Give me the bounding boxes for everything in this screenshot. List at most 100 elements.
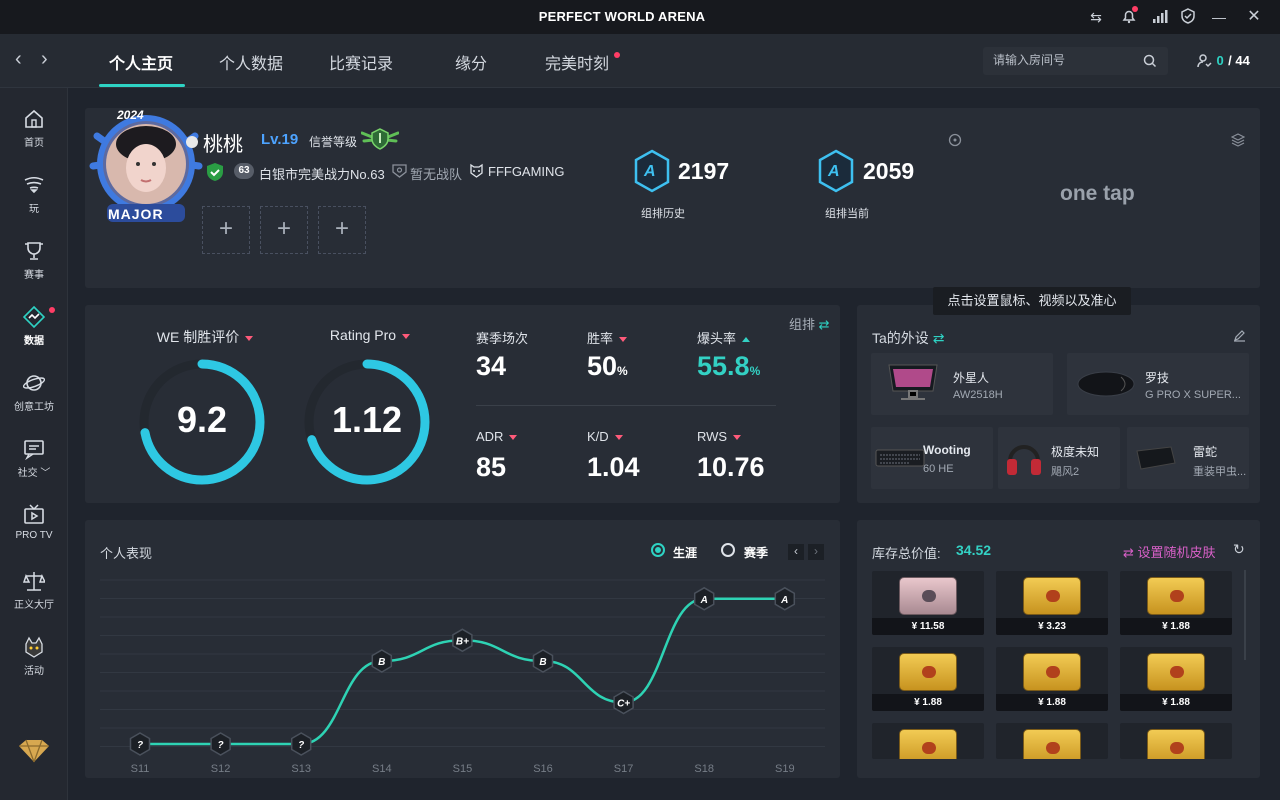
inventory-item-price: ¥ 1.88 xyxy=(1120,694,1232,711)
vip-diamond-icon[interactable] xyxy=(17,738,51,764)
gear-title[interactable]: Ta的外设 ⇄ xyxy=(872,328,944,348)
gear-mousepad[interactable]: 雷蛇 重装甲虫... xyxy=(1127,427,1249,489)
headset-icon xyxy=(1007,445,1041,475)
sidebar-item-activity[interactable]: 活动 xyxy=(0,636,68,692)
refresh-icon[interactable]: ↻ xyxy=(1233,541,1245,558)
mousepad-icon xyxy=(1136,446,1176,470)
inventory-item[interactable]: ¥ 1.88 xyxy=(872,647,984,711)
random-skin-button[interactable]: ⇄ 设置随机皮肤 xyxy=(1123,542,1216,561)
stat-label-headshot[interactable]: 爆头率 xyxy=(697,328,751,347)
add-badge-slot[interactable]: + xyxy=(318,206,366,254)
elo-current-value: 2059 xyxy=(863,158,915,184)
sidebar-item-data[interactable]: 数据 xyxy=(0,306,68,362)
gear-monitor[interactable]: 外星人 AW2518H xyxy=(871,353,1053,415)
x-tick-label: S11 xyxy=(131,763,150,775)
tab-affinity[interactable]: 缘分 xyxy=(455,50,487,74)
shield-check-icon[interactable] xyxy=(1179,8,1197,26)
search-icon[interactable] xyxy=(1143,54,1157,68)
sidebar-item-workshop[interactable]: 创意工坊 xyxy=(0,372,68,428)
inventory-item[interactable]: ¥ 11.58 xyxy=(872,571,984,635)
weapon-case-icon xyxy=(899,577,957,615)
moments-dot xyxy=(614,52,620,58)
sidebar-label: 赛事 xyxy=(24,270,44,281)
elo-tier-letter: A xyxy=(828,163,840,180)
gear-keyboard[interactable]: Wooting 60 HE xyxy=(871,427,993,489)
back-button[interactable]: ‹ xyxy=(15,48,22,71)
credit-label: 信誉等级 xyxy=(309,135,358,149)
forward-button[interactable]: › xyxy=(41,48,48,71)
avatar[interactable]: 2024 MAJOR xyxy=(87,106,205,224)
target-icon[interactable] xyxy=(948,133,962,147)
mouse-icon xyxy=(1077,371,1135,397)
inventory-item[interactable] xyxy=(996,723,1108,759)
inventory-total: 34.52 xyxy=(956,542,992,558)
tab-personal-data[interactable]: 个人数据 xyxy=(219,50,283,74)
shuffle-icon: ⇄ xyxy=(1123,545,1134,560)
grade-label: A xyxy=(780,595,788,606)
tab-match-history[interactable]: 比赛记录 xyxy=(329,50,393,74)
inventory-item[interactable]: ¥ 1.88 xyxy=(1120,571,1232,635)
mode-switch[interactable]: 组排 ⇄ xyxy=(789,314,830,333)
edit-icon[interactable] xyxy=(1233,329,1246,342)
weapon-case-icon xyxy=(1023,729,1081,759)
credit-badge-icon[interactable] xyxy=(361,127,399,151)
stat-label-kd[interactable]: K/D xyxy=(587,429,623,444)
grade-label: A xyxy=(700,595,708,606)
inventory-item[interactable] xyxy=(872,723,984,759)
inventory-scrollbar[interactable] xyxy=(1244,570,1246,660)
inventory-item[interactable]: ¥ 3.23 xyxy=(996,571,1108,635)
add-badge-slot[interactable]: + xyxy=(260,206,308,254)
stats-panel: WE 制胜评价 9.2 Rating Pro 1.12 组排 ⇄ 赛季场次 34… xyxy=(85,305,840,503)
inventory-item[interactable]: ¥ 1.88 xyxy=(1120,647,1232,711)
player-level: Lv.19 xyxy=(261,131,299,148)
sidebar-item-play[interactable]: 玩 xyxy=(0,174,68,230)
we-rating-label[interactable]: WE 制胜评价 xyxy=(135,327,275,347)
we-rating-value: 9.2 xyxy=(176,399,228,440)
gear-headset[interactable]: 极度未知 飓风2 xyxy=(998,427,1120,489)
room-search xyxy=(983,47,1168,75)
grade-label: ? xyxy=(137,740,143,751)
performance-line xyxy=(140,597,785,746)
anti-cheat-shield-icon xyxy=(207,163,223,181)
layers-icon[interactable] xyxy=(1231,133,1245,147)
region-rank: 白银市完美战力No.63 xyxy=(259,167,385,182)
social-icon xyxy=(24,440,44,460)
stat-label-winrate[interactable]: 胜率 xyxy=(587,328,628,347)
team-name: 暂无战队 xyxy=(410,167,463,182)
elo-history-value: 2197 xyxy=(678,158,730,184)
chart-grid xyxy=(100,579,825,747)
close-icon[interactable]: ✕ xyxy=(1245,8,1263,26)
tab-home[interactable]: 个人主页 xyxy=(109,50,173,74)
gear-mouse[interactable]: 罗技 G PRO X SUPER... xyxy=(1067,353,1249,415)
inventory-panel: 库存总价值: 34.52 ⇄ 设置随机皮肤 ↻ ¥ 11.58 ¥ 3.23 ¥ 1… xyxy=(857,520,1260,778)
add-badge-slot[interactable]: + xyxy=(202,206,250,254)
sidebar-item-justice[interactable]: 正义大厅 xyxy=(0,570,68,626)
stat-label-adr[interactable]: ADR xyxy=(476,429,518,444)
sidebar-item-events[interactable]: 赛事 xyxy=(0,240,68,296)
rating-pro-label[interactable]: Rating Pro xyxy=(300,327,440,343)
online-friends[interactable]: 0 / 44 xyxy=(1196,52,1250,70)
x-tick-label: S12 xyxy=(211,763,231,775)
inventory-item[interactable]: ¥ 1.88 xyxy=(996,647,1108,711)
active-tab-indicator xyxy=(99,84,185,87)
sidebar-item-pro-tv[interactable]: PRO TV xyxy=(0,504,68,560)
stat-label-matches: 赛季场次 xyxy=(476,331,529,346)
grade-label: B xyxy=(539,657,546,668)
stat-label-rws[interactable]: RWS xyxy=(697,429,742,444)
tab-moments[interactable]: 完美时刻 xyxy=(545,50,609,74)
room-search-input[interactable] xyxy=(993,53,1133,67)
stat-value-matches: 34 xyxy=(476,351,507,381)
minimize-icon[interactable]: — xyxy=(1210,8,1228,26)
swap-icon[interactable]: ⇆ xyxy=(1087,8,1105,26)
grade-label: ? xyxy=(218,740,224,751)
sidebar-item-social[interactable]: 社交 ﹀ xyxy=(0,438,68,494)
elo-tier-letter: A xyxy=(644,163,656,180)
sidebar-item-home[interactable]: 首页 xyxy=(0,108,68,164)
sidebar-label: 正义大厅 xyxy=(14,600,54,611)
online-count: 0 xyxy=(1216,53,1224,68)
inventory-item[interactable] xyxy=(1120,723,1232,759)
elo-history-label: 组排历史 xyxy=(641,208,685,220)
sidebar-label: 玩 xyxy=(29,204,39,215)
inventory-item-price: ¥ 1.88 xyxy=(872,694,984,711)
weapon-case-icon xyxy=(1147,729,1205,759)
